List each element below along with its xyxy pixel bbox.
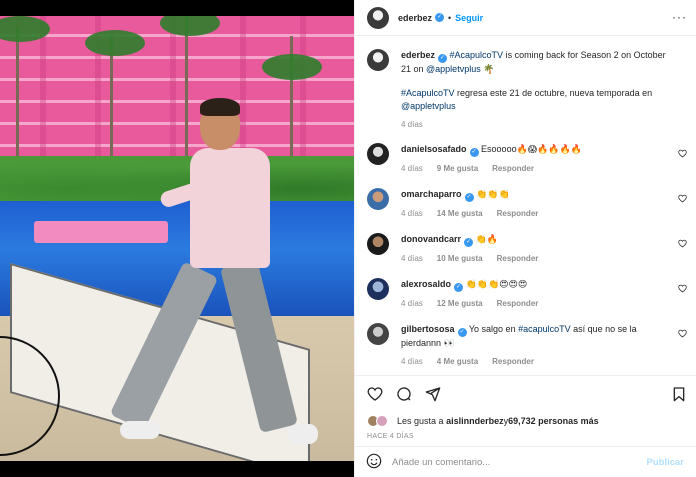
comment-age: 4 días <box>401 357 423 366</box>
post-date: HACE 4 DÍAS <box>367 433 414 440</box>
comment-username[interactable]: omarchaparro <box>401 189 462 199</box>
comment-username[interactable]: danielsosafado <box>401 144 467 154</box>
comment-text: Esooooo🔥😱🔥🔥🔥🔥 <box>481 144 582 154</box>
follow-button[interactable]: Seguir <box>455 13 483 23</box>
post-username[interactable]: ederbez <box>398 13 432 23</box>
comment-likes[interactable]: 14 Me gusta <box>437 209 483 218</box>
post-panel: ederbez ✓ • Seguir ··· ederbez ✓ #Acapulc… <box>354 0 696 477</box>
more-icon[interactable]: ··· <box>672 10 687 24</box>
comment-username[interactable]: donovandcarr <box>401 234 461 244</box>
avatar[interactable] <box>367 6 389 29</box>
verified-badge-icon: ✓ <box>438 54 448 63</box>
mention-link[interactable]: @appletvplus <box>426 64 481 74</box>
comment-likes[interactable]: 12 Me gusta <box>437 299 483 308</box>
reply-button[interactable]: Responder <box>492 357 534 366</box>
comment-age: 4 días <box>401 299 423 308</box>
verified-badge-icon: ✓ <box>457 328 467 337</box>
avatar[interactable] <box>367 49 389 71</box>
post-header: ederbez ✓ • Seguir ··· <box>355 0 696 36</box>
likes-summary: Les gusta a aislinnderbez y 69,732 perso… <box>367 415 599 427</box>
avatar[interactable] <box>367 278 389 300</box>
bookmark-icon[interactable] <box>671 386 687 404</box>
heart-icon[interactable] <box>678 194 687 203</box>
comment-icon[interactable] <box>396 386 412 404</box>
man-posing <box>109 96 320 461</box>
likes-prefix: Les gusta a <box>397 416 444 426</box>
hashtag-link[interactable]: #AcapulcoTV <box>401 88 455 98</box>
heart-icon[interactable] <box>678 284 687 293</box>
hashtag-link[interactable]: #AcapulcoTV <box>450 50 504 60</box>
heart-icon[interactable] <box>678 149 687 158</box>
verified-badge-icon: ✓ <box>464 238 474 247</box>
reply-button[interactable]: Responder <box>492 164 534 173</box>
post-photo[interactable] <box>0 0 354 477</box>
comment-age: 4 días <box>401 254 423 263</box>
comment-age: 4 días <box>401 164 423 173</box>
verified-badge-icon: ✓ <box>435 13 445 22</box>
heart-icon[interactable] <box>678 239 687 248</box>
share-icon[interactable] <box>425 386 441 404</box>
comment-text: 👏👏👏😍😍😍 <box>465 279 528 289</box>
avatar[interactable] <box>367 143 389 165</box>
comment-likes[interactable]: 10 Me gusta <box>437 254 483 263</box>
comment-text: 👏🔥 <box>475 234 498 244</box>
verified-badge-icon: ✓ <box>469 148 479 157</box>
likes-count[interactable]: 69,732 personas más <box>508 416 599 426</box>
caption-age: 4 días <box>401 120 423 129</box>
publish-button[interactable]: Publicar <box>647 457 685 468</box>
comment-text: 👏👏👏 <box>476 189 510 199</box>
reply-button[interactable]: Responder <box>497 209 539 218</box>
caption-text-es: regresa este 21 de octubre, nueva tempor… <box>454 88 653 98</box>
avatar[interactable] <box>367 188 389 210</box>
avatar[interactable] <box>367 233 389 255</box>
comment-input[interactable]: Añade un comentario... <box>392 457 647 468</box>
reply-button[interactable]: Responder <box>497 254 539 263</box>
heart-icon[interactable] <box>367 386 383 404</box>
verified-badge-icon: ✓ <box>464 193 474 202</box>
liker-avatars <box>367 415 389 427</box>
verified-badge-icon: ✓ <box>454 283 464 292</box>
separator-dot: • <box>448 12 452 23</box>
comment-text: Yo salgo en <box>468 324 519 334</box>
heart-icon[interactable] <box>678 329 687 338</box>
hashtag-link[interactable]: #acapulcoTV <box>518 324 571 334</box>
mention-link[interactable]: @appletvplus <box>401 101 456 111</box>
caption-username[interactable]: ederbez <box>401 50 435 60</box>
comment-username[interactable]: gilbertososa <box>401 324 455 334</box>
avatar[interactable] <box>367 323 389 345</box>
liker-username[interactable]: aislinnderbez <box>446 416 504 426</box>
reply-button[interactable]: Responder <box>497 299 539 308</box>
comment-age: 4 días <box>401 209 423 218</box>
comment-likes[interactable]: 9 Me gusta <box>437 164 478 173</box>
comment-composer: Añade un comentario... Publicar <box>354 446 696 477</box>
comments-scroll[interactable]: ederbez ✓ #AcapulcoTV is coming back for … <box>355 37 696 374</box>
comment-username[interactable]: alexrosaldo <box>401 279 451 289</box>
comment-likes[interactable]: 4 Me gusta <box>437 357 478 366</box>
emoji-icon[interactable] <box>366 453 382 471</box>
photo-scene <box>0 16 354 461</box>
palm-emoji: 🌴 <box>483 64 495 74</box>
